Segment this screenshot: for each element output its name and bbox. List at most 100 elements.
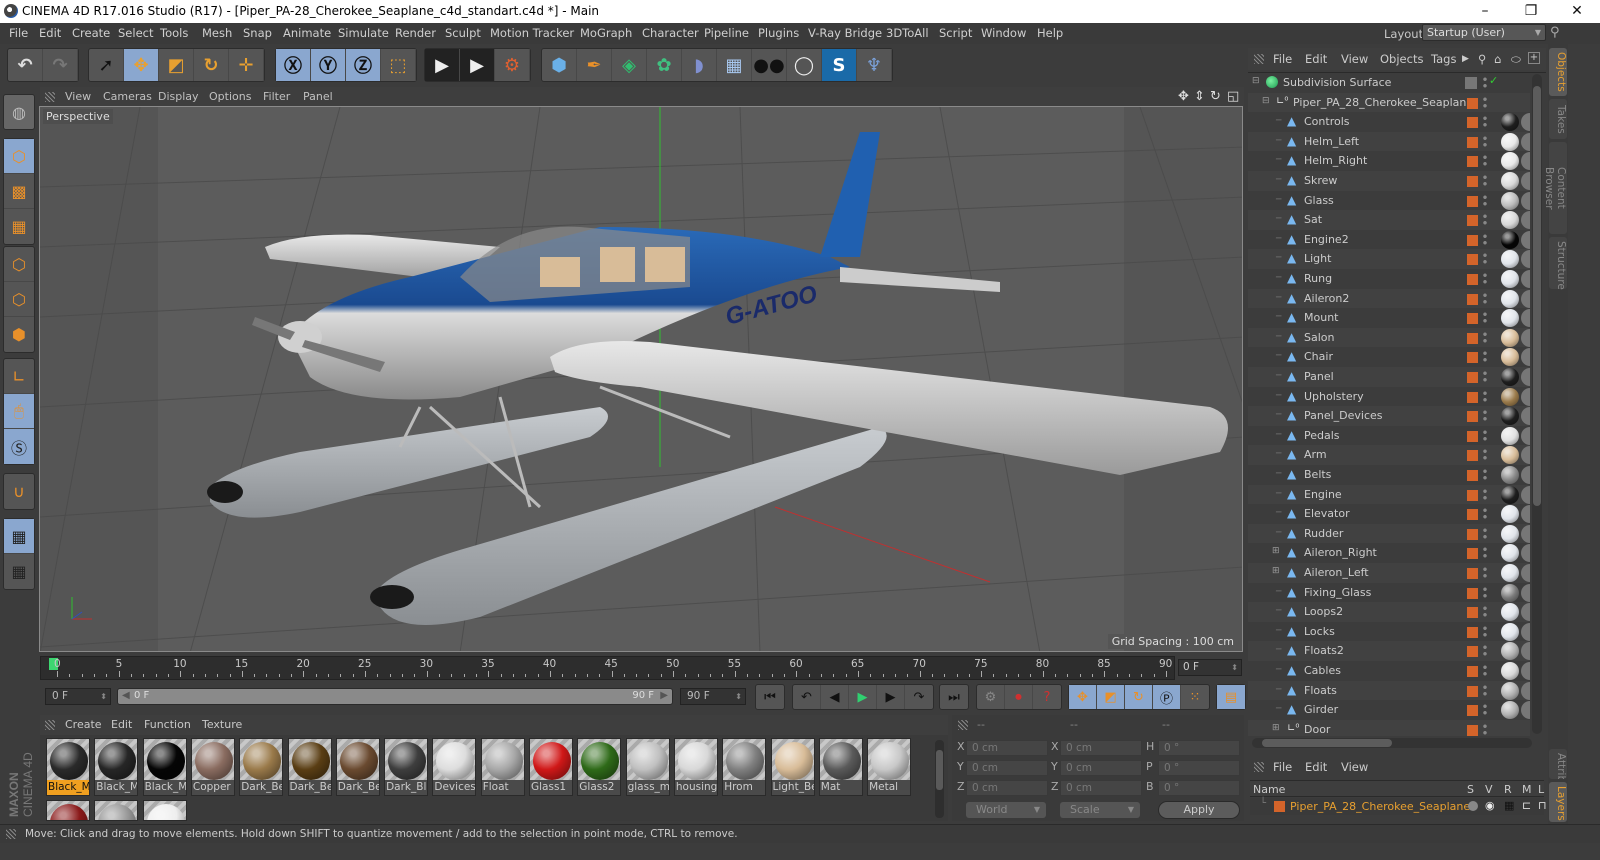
toggle-panel-icon[interactable]: ◱ — [1227, 89, 1239, 104]
material-tag-icon[interactable] — [1521, 603, 1530, 622]
object-row[interactable]: ⊟ ∟⁰ Piper_PA_28_Cherokee_Seaplane — [1248, 92, 1530, 113]
menu-plugins[interactable]: Plugins — [758, 26, 799, 40]
material-tag-icon[interactable] — [1521, 544, 1530, 563]
position-field[interactable]: 0 cm — [966, 740, 1048, 756]
object-name[interactable]: Engine2 — [1304, 233, 1349, 246]
visibility-dots[interactable] — [1483, 624, 1487, 638]
material-tag-icon[interactable] — [1501, 250, 1519, 269]
material-tag-icon[interactable] — [1501, 681, 1519, 700]
material-menu-edit[interactable]: Edit — [111, 718, 132, 731]
panel-grip[interactable] — [45, 92, 55, 102]
layer-color-swatch[interactable] — [1467, 528, 1478, 540]
spinner-icon[interactable]: ⬍ — [100, 689, 107, 704]
object-name[interactable]: Rung — [1304, 272, 1332, 285]
material-tag-icon[interactable] — [1501, 132, 1519, 151]
visibility-dots[interactable] — [1483, 585, 1487, 599]
visibility-dots[interactable] — [1483, 605, 1487, 619]
apply-button[interactable]: Apply — [1158, 801, 1240, 819]
locked-workplane-icon[interactable]: ▦ — [4, 519, 34, 554]
menu-create[interactable]: Create — [72, 26, 110, 40]
object-row[interactable]: ─ ▲ Belts — [1248, 465, 1530, 485]
timeline-window-icon[interactable]: ▤ — [1217, 685, 1245, 709]
timeline-ruler[interactable]: 0 5 10 15 20 25 30 35 40 45 50 55 60 65 70 75 80 85 90 — [40, 656, 1175, 680]
floor-icon[interactable]: ▦ — [717, 49, 752, 81]
visibility-dots[interactable] — [1483, 115, 1487, 129]
step-back-icon[interactable]: ◀ — [821, 685, 849, 709]
visibility-dots[interactable] — [1483, 291, 1487, 305]
material-tag-icon[interactable] — [1501, 407, 1519, 426]
object-name[interactable]: Arm — [1304, 448, 1327, 461]
scale-key-icon[interactable]: ◩ — [1097, 685, 1125, 709]
material-tag-icon[interactable] — [1521, 662, 1530, 680]
om-menu-tags[interactable]: Tags — [1431, 52, 1456, 66]
visibility-dots[interactable] — [1483, 330, 1487, 344]
visibility-dots[interactable] — [1483, 487, 1487, 501]
layer-color-swatch[interactable] — [1467, 685, 1478, 697]
material-swatch[interactable]: Float — [480, 738, 525, 796]
size-field[interactable]: 0 cm — [1060, 740, 1142, 756]
material-tag-icon[interactable] — [1501, 230, 1519, 249]
menu-file[interactable]: File — [9, 26, 28, 40]
material-tag-icon[interactable] — [1521, 328, 1530, 347]
material-tag-icon[interactable] — [1521, 446, 1530, 465]
sketch-toon-icon[interactable]: S — [822, 49, 857, 81]
object-name[interactable]: Locks — [1304, 625, 1335, 638]
scale-icon[interactable]: ◩ — [159, 49, 194, 81]
material-tag-icon[interactable] — [1501, 544, 1519, 563]
visibility-dots[interactable] — [1483, 272, 1487, 285]
om-menu-view[interactable]: View — [1341, 52, 1368, 66]
layer-color-swatch[interactable] — [1467, 568, 1478, 579]
layout-dropdown[interactable]: Startup (User) ▼ — [1422, 24, 1546, 41]
material-swatch[interactable]: Black_M — [46, 738, 90, 796]
material-swatch[interactable]: housing — [673, 738, 718, 796]
menu-help[interactable]: Help — [1037, 26, 1063, 40]
object-row[interactable]: ─ ▲ Loops2 — [1248, 602, 1530, 622]
layer-color-swatch[interactable] — [1467, 156, 1478, 168]
layer-color-swatch[interactable] — [1467, 352, 1478, 364]
layer-color-swatch[interactable] — [1467, 391, 1478, 403]
size-field[interactable]: 0 cm — [1060, 760, 1142, 776]
rotate-icon[interactable]: ↻ — [194, 49, 229, 81]
step-forward-icon[interactable]: ▶ — [877, 685, 905, 709]
material-tag-icon[interactable] — [1501, 309, 1519, 328]
cloner-icon[interactable]: ✿ — [647, 49, 682, 81]
material-tag-icon[interactable] — [1501, 466, 1519, 484]
column-lock[interactable]: L — [1538, 783, 1544, 796]
object-name[interactable]: Piper_PA_28_Cherokee_Seaplane — [1293, 96, 1473, 109]
solo-icon[interactable]: Ⓢ — [4, 429, 34, 464]
material-swatch[interactable]: Glass2 — [577, 738, 622, 796]
om-menu-objects[interactable]: Objects — [1380, 52, 1423, 66]
layer-color-swatch[interactable] — [1467, 411, 1478, 423]
layer-color-swatch[interactable] — [1467, 450, 1478, 462]
visibility-dots[interactable] — [1483, 409, 1487, 423]
visibility-dots[interactable] — [1483, 370, 1487, 383]
material-tag-icon[interactable] — [1521, 289, 1530, 308]
snap-icon[interactable]: ∪ — [4, 474, 34, 509]
collapse-icon[interactable]: ⊟ — [1262, 96, 1270, 106]
undo-icon[interactable]: ↶ — [8, 49, 43, 81]
layer-color-swatch[interactable] — [1467, 509, 1478, 521]
visibility-dots[interactable] — [1483, 154, 1487, 168]
visibility-dots[interactable] — [1483, 526, 1487, 540]
lock-icon[interactable]: ⊓ — [1538, 799, 1547, 812]
material-tag-icon[interactable] — [1501, 701, 1519, 720]
go-to-start-icon[interactable]: ⏮ — [756, 685, 784, 709]
material-swatch[interactable]: glass_m — [625, 738, 670, 796]
viewport-menu-panel[interactable]: Panel — [303, 90, 333, 103]
visible-eye-icon[interactable]: ◉ — [1485, 799, 1495, 812]
material-tag-icon[interactable] — [1521, 230, 1530, 249]
object-row[interactable]: ─ ▲ Controls — [1248, 112, 1530, 132]
object-name[interactable]: Aileron2 — [1304, 292, 1349, 305]
object-name[interactable]: Light — [1304, 252, 1331, 265]
object-row[interactable]: ─ ▲ Helm_Right — [1248, 151, 1530, 171]
object-row[interactable]: ─ ▲ Elevator — [1248, 504, 1530, 524]
menu-animate[interactable]: Animate — [283, 26, 331, 40]
material-swatch[interactable]: Hrom — [722, 738, 767, 796]
layer-color-swatch[interactable] — [1467, 470, 1478, 481]
solo-toggle-icon[interactable] — [1468, 801, 1478, 811]
material-tag-icon[interactable] — [1521, 701, 1530, 720]
go-to-end-icon[interactable]: ⏭ — [940, 685, 968, 709]
tab-structure[interactable]: Structure — [1549, 237, 1567, 290]
material-swatch[interactable]: Devices_ — [432, 738, 477, 796]
object-row[interactable]: ─ ▲ Aileron2 — [1248, 288, 1530, 309]
